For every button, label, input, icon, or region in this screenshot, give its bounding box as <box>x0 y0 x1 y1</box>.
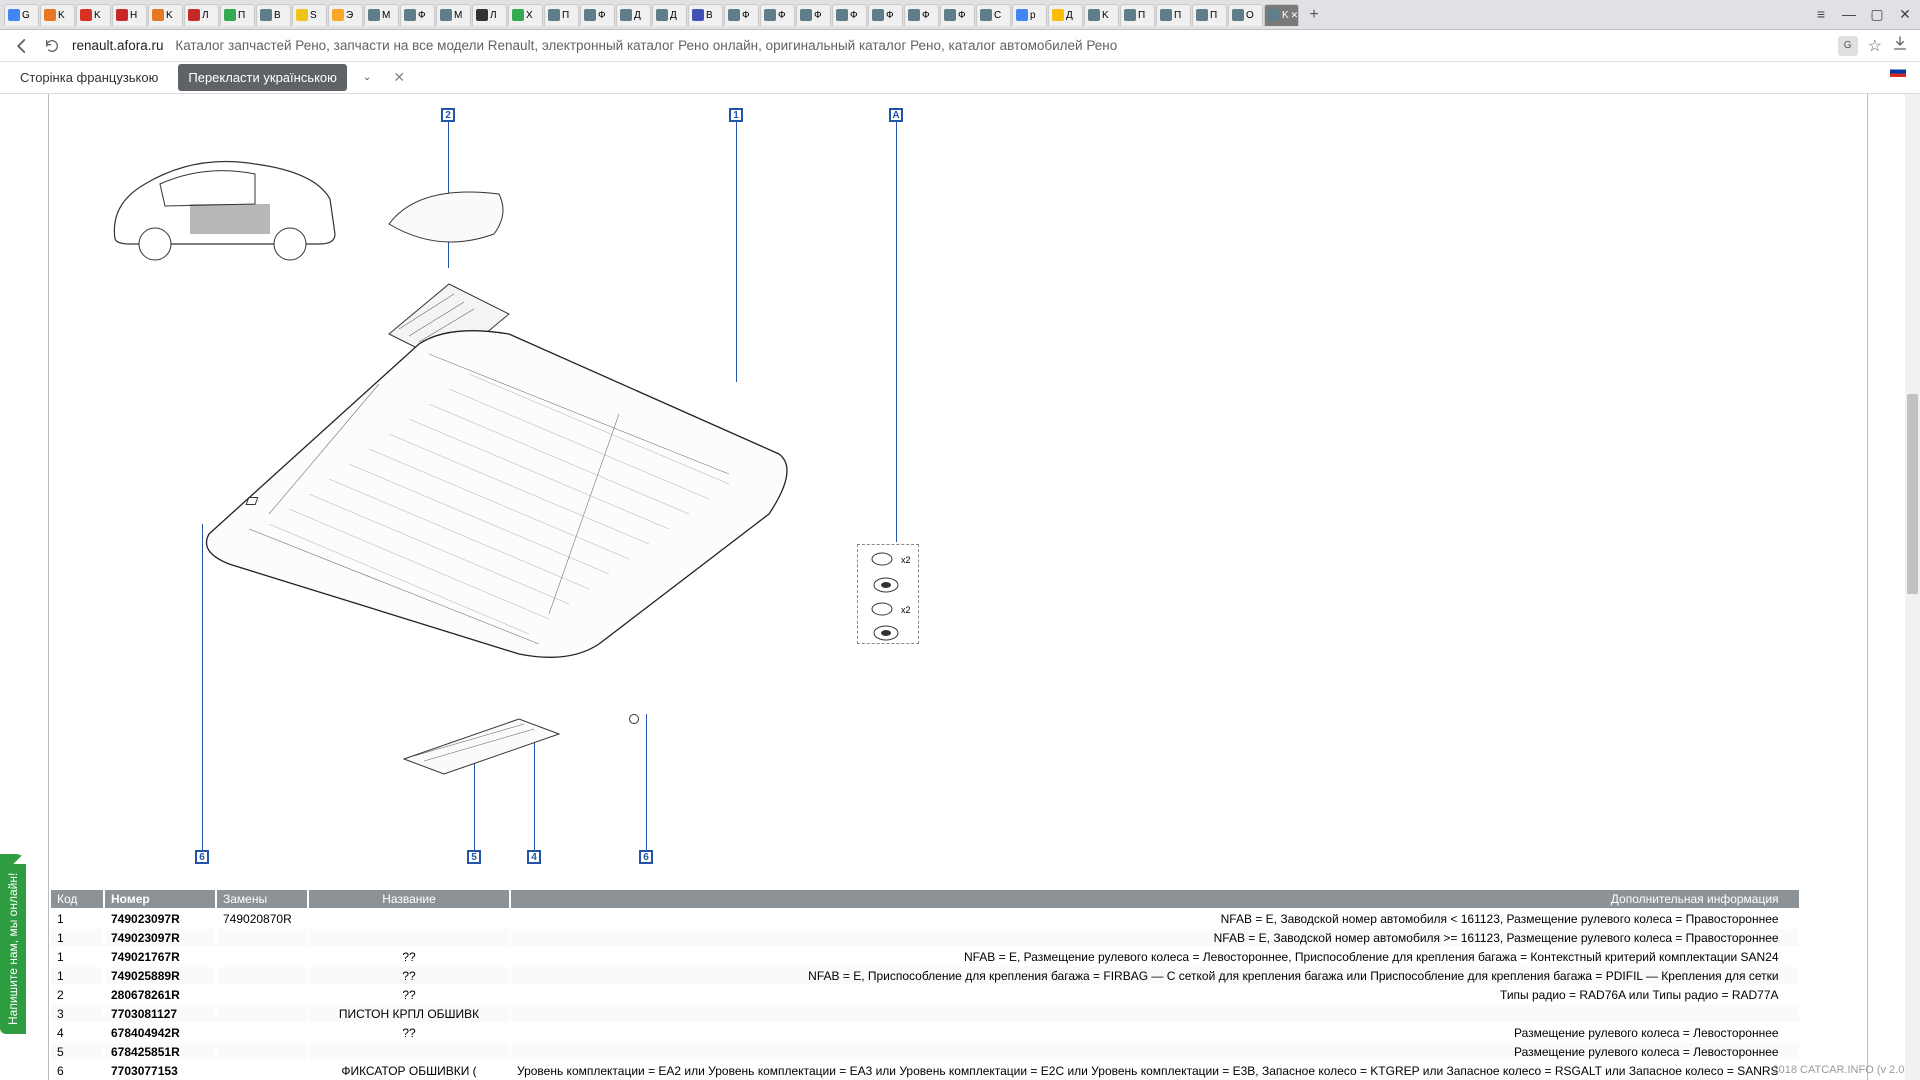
browser-tab[interactable]: Д <box>652 4 687 26</box>
bookmark-icon[interactable]: ☆ <box>1868 36 1882 56</box>
svg-text:x2: x2 <box>901 555 911 565</box>
callout-6b[interactable]: 6 <box>639 850 653 864</box>
col-num: Номер <box>105 890 215 908</box>
back-button[interactable] <box>12 36 32 56</box>
translate-bar: Сторінка французькою Перекласти українсь… <box>0 62 1920 94</box>
browser-tab[interactable]: Ф <box>940 4 975 26</box>
translate-icon[interactable]: G <box>1838 36 1858 56</box>
browser-tab[interactable]: Л <box>472 4 507 26</box>
browser-tab[interactable]: K <box>40 4 75 26</box>
browser-tab[interactable]: П <box>220 4 255 26</box>
minimize-icon[interactable]: — <box>1838 6 1860 23</box>
browser-tab[interactable]: M <box>436 4 471 26</box>
new-tab-button[interactable]: + <box>1304 5 1324 25</box>
close-icon[interactable]: ✕ <box>1894 6 1916 23</box>
table-row[interactable]: 4678404942R??Размещение рулевого колеса … <box>51 1024 1799 1041</box>
browser-tab[interactable]: p <box>1012 4 1047 26</box>
browser-tab[interactable]: О <box>1228 4 1263 26</box>
browser-tab[interactable]: П <box>1192 4 1227 26</box>
table-row[interactable]: 1749025889R??NFAB = E, Приспособление дл… <box>51 967 1799 984</box>
threshold-part <box>399 714 569 784</box>
browser-tab[interactable]: Д <box>616 4 651 26</box>
browser-tab[interactable]: K <box>1084 4 1119 26</box>
browser-tab[interactable]: Ф <box>724 4 759 26</box>
browser-tab[interactable]: П <box>544 4 579 26</box>
reload-button[interactable] <box>42 36 62 56</box>
callout-1[interactable]: 1 <box>729 108 743 122</box>
callout-4[interactable]: 4 <box>527 850 541 864</box>
browser-tab[interactable]: Д <box>1048 4 1083 26</box>
browser-tab[interactable]: H <box>112 4 147 26</box>
browser-tab[interactable]: S <box>292 4 327 26</box>
parts-table: Код Номер Замены Название Дополнительная… <box>49 888 1801 1080</box>
browser-tab[interactable]: B <box>256 4 291 26</box>
translate-option-translate[interactable]: Перекласти українською <box>178 64 347 91</box>
callout-6a[interactable]: 6 <box>195 850 209 864</box>
car-illustration <box>105 144 345 284</box>
table-row[interactable]: 37703081127ПИСТОН КРПЛ ОБШИВК <box>51 1005 1799 1022</box>
browser-tab[interactable]: Э <box>328 4 363 26</box>
translate-dropdown-icon[interactable]: ⌄ <box>357 70 377 85</box>
window-controls: ≡ — ▢ ✕ <box>1810 6 1916 23</box>
pin-icon <box>629 714 639 724</box>
table-row[interactable]: 2280678261R??Типы радио = RAD76A или Тип… <box>51 986 1799 1003</box>
panel-part <box>379 174 519 264</box>
browser-tab[interactable]: Ф <box>760 4 795 26</box>
browser-tab[interactable]: Х <box>508 4 543 26</box>
scrollbar[interactable] <box>1905 94 1920 1080</box>
browser-tab[interactable]: G <box>4 4 39 26</box>
browser-tab[interactable]: П <box>1156 4 1191 26</box>
browser-tab[interactable]: M <box>364 4 399 26</box>
browser-tab[interactable]: В <box>688 4 723 26</box>
support-tab[interactable]: Напишите нам, мы онлайн! <box>0 864 26 1034</box>
parts-diagram: 2 1 A 6 5 4 6 <box>49 94 1867 874</box>
col-info: Дополнительная информация <box>511 890 1799 908</box>
browser-tab[interactable]: K <box>76 4 111 26</box>
browser-tab[interactable]: K✕ <box>1264 4 1299 26</box>
menu-icon[interactable]: ≡ <box>1810 6 1832 23</box>
col-sub: Замены <box>217 890 307 908</box>
table-row[interactable]: 1749023097R749020870RNFAB = E, Заводской… <box>51 910 1799 927</box>
browser-tab[interactable]: Ф <box>796 4 831 26</box>
browser-tab[interactable]: Ф <box>832 4 867 26</box>
table-header-row: Код Номер Замены Название Дополнительная… <box>51 890 1799 908</box>
floor-mat <box>169 314 809 674</box>
translate-close-icon[interactable]: ✕ <box>387 67 411 88</box>
col-name: Название <box>309 890 509 908</box>
browser-tab[interactable]: K <box>148 4 183 26</box>
browser-tab[interactable]: Ф <box>400 4 435 26</box>
translate-option-original[interactable]: Сторінка французькою <box>10 64 168 91</box>
svg-text:x2: x2 <box>901 605 911 615</box>
table-row[interactable]: 1749023097RNFAB = E, Заводской номер авт… <box>51 929 1799 946</box>
page-content: 2 1 A 6 5 4 6 <box>0 94 1920 1080</box>
browser-tab-strip: GKKHKЛПBSЭMФMЛХПФДДВФФФФФФФСpДKПППОK✕ + … <box>0 0 1920 30</box>
url-domain: renault.afora.ru <box>72 38 164 53</box>
callout-2[interactable]: 2 <box>441 108 455 122</box>
content-frame: 2 1 A 6 5 4 6 <box>48 94 1868 1080</box>
table-row[interactable]: 67703077153ФИКСАТОР ОБШИВКИ (Уровень ком… <box>51 1062 1799 1079</box>
browser-tab[interactable]: П <box>1120 4 1155 26</box>
table-row[interactable]: 1749021767R??NFAB = E, Размещение рулево… <box>51 948 1799 965</box>
footer-text: 2018 CATCAR.INFO (v 2.0) <box>1773 1064 1909 1076</box>
download-icon[interactable] <box>1892 35 1908 56</box>
scrollbar-thumb[interactable] <box>1907 394 1918 594</box>
flag-icon <box>1890 66 1906 77</box>
page-title: Каталог запчастей Рено, запчасти на все … <box>175 38 1117 53</box>
browser-tab[interactable]: Ф <box>580 4 615 26</box>
browser-tab[interactable]: Л <box>184 4 219 26</box>
browser-tab[interactable]: Ф <box>904 4 939 26</box>
browser-tab[interactable]: С <box>976 4 1011 26</box>
table-row[interactable]: 5678425851RРазмещение рулевого колеса = … <box>51 1043 1799 1060</box>
fasteners-detail: x2 x2 <box>857 544 919 644</box>
address-bar: renault.afora.ru Каталог запчастей Рено,… <box>0 30 1920 62</box>
col-code: Код <box>51 890 103 908</box>
maximize-icon[interactable]: ▢ <box>1866 6 1888 23</box>
url-display[interactable]: renault.afora.ru Каталог запчастей Рено,… <box>72 38 1117 53</box>
browser-tab[interactable]: Ф <box>868 4 903 26</box>
callout-A[interactable]: A <box>889 108 903 122</box>
callout-5[interactable]: 5 <box>467 850 481 864</box>
